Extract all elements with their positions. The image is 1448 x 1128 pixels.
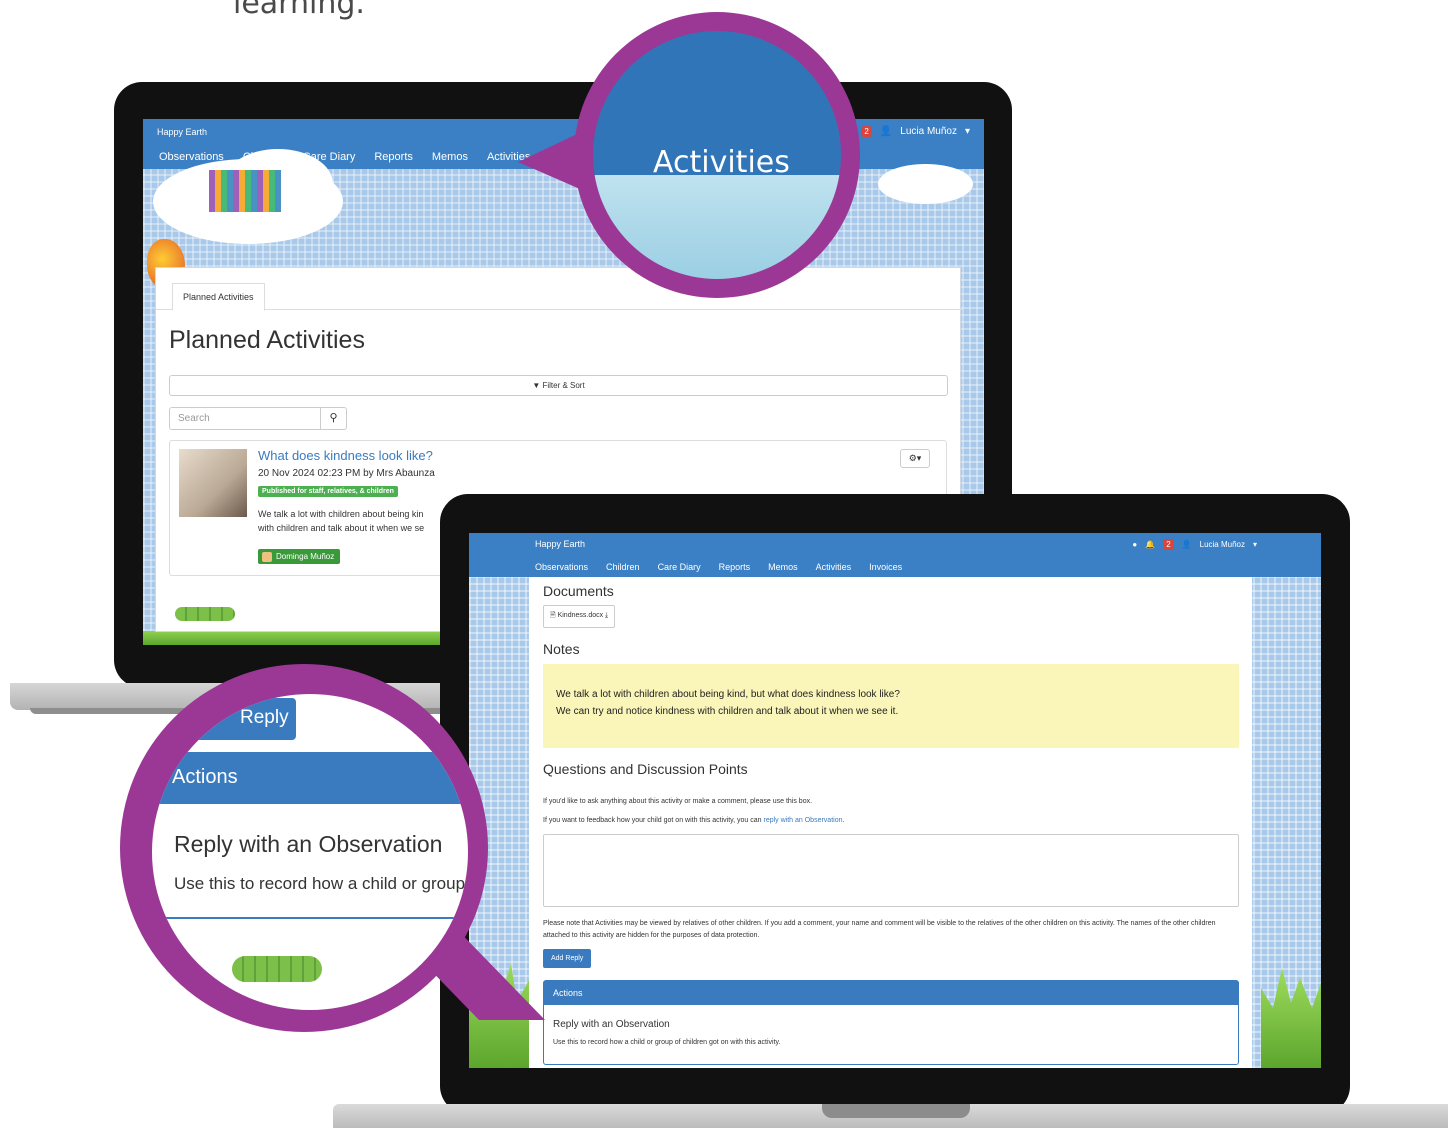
questions-heading: Questions and Discussion Points [543, 761, 748, 777]
user-menu[interactable]: Lucia Muñoz [1200, 540, 1245, 549]
activity-detail-panel: Documents 🗎 Kindness.docx ⤓ Notes We tal… [529, 577, 1252, 1068]
file-icon: 🗎 [550, 612, 558, 619]
caret-down-icon[interactable]: ▾ [965, 126, 970, 137]
menu-activities[interactable]: Activities [816, 562, 852, 572]
caterpillar-decoration [175, 607, 235, 621]
main-menu: Observations Children Care Diary Reports… [535, 562, 902, 572]
activity-title-link[interactable]: What does kindness look like? [258, 448, 433, 463]
laptop-front-notch [822, 1104, 970, 1118]
notes-heading: Notes [543, 641, 580, 657]
notification-badge: 2 [1163, 539, 1174, 550]
marketing-composite: learning. Happy Earth Observations Child… [0, 0, 1448, 1128]
menu-memos[interactable]: Memos [432, 151, 468, 163]
filter-icon: ▼ [532, 381, 543, 390]
user-area: 🔔 2 👤 Lucia Muñoz ▾ [841, 126, 970, 137]
magnifier-actions: Reply Actions Reply with an Observation … [120, 664, 488, 1032]
privacy-note: Please note that Activities may be viewe… [543, 920, 1216, 939]
bell-icon[interactable]: 🔔 [1145, 540, 1155, 549]
grass-decoration [1261, 968, 1321, 1068]
child-tag[interactable]: Dominga Muñoz [258, 549, 341, 564]
menu-observations[interactable]: Observations [535, 562, 588, 572]
activity-thumbnail [179, 449, 247, 517]
feedback-help-period: . [842, 817, 845, 824]
gear-icon: ⚙▾ [908, 453, 922, 463]
menu-invoices[interactable]: Invoices [869, 562, 902, 572]
document-download-button[interactable]: 🗎 Kindness.docx ⤓ [543, 605, 616, 628]
activity-description-line: with children and talk about it when we … [258, 523, 425, 533]
activity-options-button[interactable]: ⚙▾ [900, 449, 930, 468]
menu-memos[interactable]: Memos [768, 562, 798, 572]
reply-observation-desc: Use this to record how a child or group … [553, 1039, 781, 1046]
magnifier-activities: Activities [574, 12, 860, 298]
user-icon: 👤 [879, 126, 893, 137]
menu-children[interactable]: Children [606, 562, 640, 572]
magnified-observation-desc: Use this to record how a child or group [174, 874, 466, 893]
caret-down-icon[interactable]: ▾ [1253, 540, 1257, 549]
notes-line: We can try and notice kindness with chil… [556, 706, 899, 717]
brand-name[interactable]: Happy Earth [535, 539, 585, 549]
reply-observation-link[interactable]: reply with an Observation [764, 817, 843, 824]
actions-panel: Actions Reply with an Observation Use th… [543, 980, 1239, 1065]
woven-logo-icon [209, 170, 281, 212]
visibility-badge: Published for staff, relatives, & childr… [258, 486, 398, 497]
magnifier-lens: Activities [593, 31, 841, 279]
search-input[interactable]: Search [169, 407, 321, 430]
magnified-activities-menu: Activities [653, 145, 790, 180]
activity-meta: 20 Nov 2024 02:23 PM by Mrs Abaunza [258, 468, 435, 479]
user-menu[interactable]: Lucia Muñoz [900, 126, 957, 137]
notes-line: We talk a lot with children about being … [556, 689, 900, 700]
top-navbar: Happy Earth Observations Children Care D… [469, 533, 1321, 577]
menu-care-diary[interactable]: Care Diary [658, 562, 701, 572]
questions-help-text: If you'd like to ask anything about this… [543, 798, 813, 805]
tab-planned-activities[interactable]: Planned Activities [172, 283, 265, 311]
chat-icon[interactable]: ● [1132, 540, 1137, 549]
magnifier-lens: Reply Actions Reply with an Observation … [152, 694, 468, 1010]
reply-observation-action[interactable]: Reply with an Observation [553, 1019, 670, 1030]
actions-heading: Actions [544, 981, 1238, 1005]
page-title: Planned Activities [169, 326, 365, 354]
laptop-front-screen: Happy Earth Observations Children Care D… [469, 533, 1321, 1068]
search-icon: ⚲ [329, 412, 338, 424]
user-icon: 👤 [1181, 540, 1192, 549]
magnified-reply-button: Reply [176, 698, 296, 740]
magnified-observation-title: Reply with an Observation [174, 831, 443, 857]
intro-text: learning. [233, 0, 365, 21]
filter-sort-button[interactable]: ▼ Filter & Sort [169, 375, 948, 396]
menu-reports[interactable]: Reports [374, 151, 413, 163]
add-reply-button[interactable]: Add Reply [543, 949, 592, 968]
filter-label: Filter & Sort [542, 381, 585, 390]
menu-reports[interactable]: Reports [719, 562, 751, 572]
reply-textarea[interactable] [543, 834, 1239, 907]
download-icon: ⤓ [603, 612, 609, 619]
activity-description-line: We talk a lot with children about being … [258, 509, 424, 519]
documents-heading: Documents [543, 583, 614, 599]
magnified-actions-heading: Actions [152, 752, 468, 804]
activity-description: We talk a lot with children about being … [258, 507, 458, 535]
feedback-help-prefix: If you want to feedback how your child g… [543, 817, 764, 824]
tab-divider [156, 309, 962, 310]
user-area: ● 🔔 2 👤 Lucia Muñoz ▾ [1132, 539, 1257, 550]
magnified-divider [152, 917, 468, 919]
notes-box: We talk a lot with children about being … [543, 664, 1239, 748]
cloud-decoration [878, 164, 973, 204]
caterpillar-decoration [232, 956, 322, 982]
search-button[interactable]: ⚲ [320, 407, 347, 430]
feedback-help-text: If you want to feedback how your child g… [543, 817, 844, 824]
brand-name[interactable]: Happy Earth [157, 127, 207, 137]
notification-badge: 2 [861, 126, 872, 137]
document-file-name: Kindness.docx [557, 612, 604, 619]
